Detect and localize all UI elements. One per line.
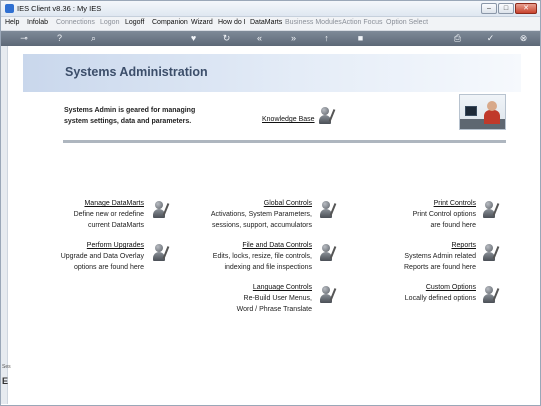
custom-options-desc-1: Locally defined options xyxy=(404,295,476,302)
file-data-controls-desc-1: Edits, locks, resize, file controls, xyxy=(212,253,312,260)
print-controls-link[interactable]: Print Controls xyxy=(413,199,476,209)
menu-datamarts[interactable]: DataMarts xyxy=(250,19,282,26)
global-controls-item: Global Controls Activations, System Para… xyxy=(211,199,312,231)
person-writing-icon[interactable] xyxy=(151,199,171,219)
title-bar: IES Client v8.36 : My IES – □ ✕ xyxy=(1,1,540,17)
menu-how-do-i[interactable]: How do I xyxy=(218,19,246,26)
search-icon[interactable]: ⌕ xyxy=(87,32,100,45)
ok-icon[interactable]: ✓ xyxy=(484,32,497,45)
person-writing-icon[interactable] xyxy=(318,284,338,304)
reports-link[interactable]: Reports xyxy=(404,241,476,251)
menu-action-focus[interactable]: Action Focus xyxy=(342,19,382,26)
menu-wizard[interactable]: Wizard xyxy=(191,19,213,26)
person-writing-icon[interactable] xyxy=(318,242,338,262)
file-data-controls-item: File and Data Controls Edits, locks, res… xyxy=(213,241,312,273)
back-icon[interactable]: « xyxy=(253,32,266,45)
perform-upgrades-item: Perform Upgrades Upgrade and Data Overla… xyxy=(61,241,144,273)
reports-item: Reports Systems Admin related Reports ar… xyxy=(404,241,476,273)
maximize-button[interactable]: □ xyxy=(498,3,514,14)
menu-option-select[interactable]: Option Select xyxy=(386,19,428,26)
close-window-button[interactable]: ✕ xyxy=(515,3,537,14)
refresh-icon[interactable]: ↻ xyxy=(220,32,233,45)
perform-upgrades-desc-2: options are found here xyxy=(73,264,144,271)
language-controls-desc-1: Re-Build User Menus, xyxy=(243,295,312,302)
person-writing-icon[interactable] xyxy=(318,199,338,219)
manage-datamarts-item: Manage DataMarts Define new or redefine … xyxy=(74,199,144,231)
menu-connections[interactable]: Connections xyxy=(56,19,95,26)
file-data-controls-desc-2: indexing and file inspections xyxy=(224,264,312,271)
knowledge-base-link[interactable]: Knowledge Base xyxy=(262,116,315,123)
global-controls-link[interactable]: Global Controls xyxy=(211,199,312,209)
forward-icon[interactable]: » xyxy=(287,32,300,45)
menu-help[interactable]: Help xyxy=(5,19,19,26)
favorite-icon[interactable]: ♥ xyxy=(187,32,200,45)
print-icon[interactable]: ⎙ xyxy=(451,32,464,45)
app-icon xyxy=(5,4,14,13)
custom-options-item: Custom Options Locally defined options xyxy=(405,283,476,304)
person-writing-icon[interactable] xyxy=(481,242,501,262)
print-controls-item: Print Controls Print Control options are… xyxy=(413,199,476,231)
perform-upgrades-link[interactable]: Perform Upgrades xyxy=(61,241,144,251)
section-divider xyxy=(63,140,506,143)
file-data-controls-link[interactable]: File and Data Controls xyxy=(213,241,312,251)
intro-line-1: Systems Admin is geared for managing xyxy=(64,107,196,114)
person-writing-icon[interactable] xyxy=(481,199,501,219)
language-controls-item: Language Controls Re-Build User Menus, W… xyxy=(237,283,312,315)
reports-desc-2: Reports are found here xyxy=(404,264,476,271)
admin-photo xyxy=(459,94,506,130)
manage-datamarts-desc-2: current DataMarts xyxy=(87,222,144,229)
intro-line-2: system settings, data and parameters. xyxy=(64,118,192,125)
print-controls-desc-2: are found here xyxy=(430,222,476,229)
manage-datamarts-link[interactable]: Manage DataMarts xyxy=(74,199,144,209)
menu-bar: Help Infolab Connections Logon Logoff Co… xyxy=(1,17,540,31)
stop-icon[interactable]: ■ xyxy=(354,32,367,45)
person-writing-icon[interactable] xyxy=(317,105,337,125)
left-side-strip: Ses E xyxy=(1,46,11,404)
print-controls-desc-1: Print Control options xyxy=(412,211,476,218)
reports-desc-1: Systems Admin related xyxy=(404,253,476,260)
up-icon[interactable]: ↑ xyxy=(320,32,333,45)
key-icon[interactable]: ⊸ xyxy=(13,32,35,45)
window-title: IES Client v8.36 : My IES xyxy=(17,4,102,13)
close-icon[interactable]: ⊗ xyxy=(517,32,530,45)
minimize-button[interactable]: – xyxy=(481,3,497,14)
menu-infolab[interactable]: Infolab xyxy=(27,19,48,26)
help-icon[interactable]: ? xyxy=(53,32,66,45)
menu-companion[interactable]: Companion xyxy=(152,19,188,26)
perform-upgrades-desc-1: Upgrade and Data Overlay xyxy=(60,253,144,260)
menu-logon[interactable]: Logon xyxy=(100,19,119,26)
manage-datamarts-desc-1: Define new or redefine xyxy=(73,211,144,218)
strip-glyph: E xyxy=(2,376,9,386)
menu-logoff[interactable]: Logoff xyxy=(125,19,144,26)
person-writing-icon[interactable] xyxy=(481,284,501,304)
global-controls-desc-1: Activations, System Parameters, xyxy=(210,211,312,218)
custom-options-link[interactable]: Custom Options xyxy=(405,283,476,293)
language-controls-link[interactable]: Language Controls xyxy=(237,283,312,293)
toolbar: ⊸ ? ⌕ ♥ ↻ « » ↑ ■ ⎙ ✓ ⊗ xyxy=(1,31,540,46)
intro-text: Systems Admin is geared for managing sys… xyxy=(64,105,254,127)
menu-business-modules[interactable]: Business Modules xyxy=(285,19,342,26)
page-title: Systems Administration xyxy=(65,65,208,79)
strip-label: Ses xyxy=(2,364,11,370)
application-window: IES Client v8.36 : My IES – □ ✕ Help Inf… xyxy=(0,0,541,406)
person-writing-icon[interactable] xyxy=(151,242,171,262)
global-controls-desc-2: sessions, support, accumulators xyxy=(212,222,312,229)
language-controls-desc-2: Word / Phrase Translate xyxy=(236,306,312,313)
